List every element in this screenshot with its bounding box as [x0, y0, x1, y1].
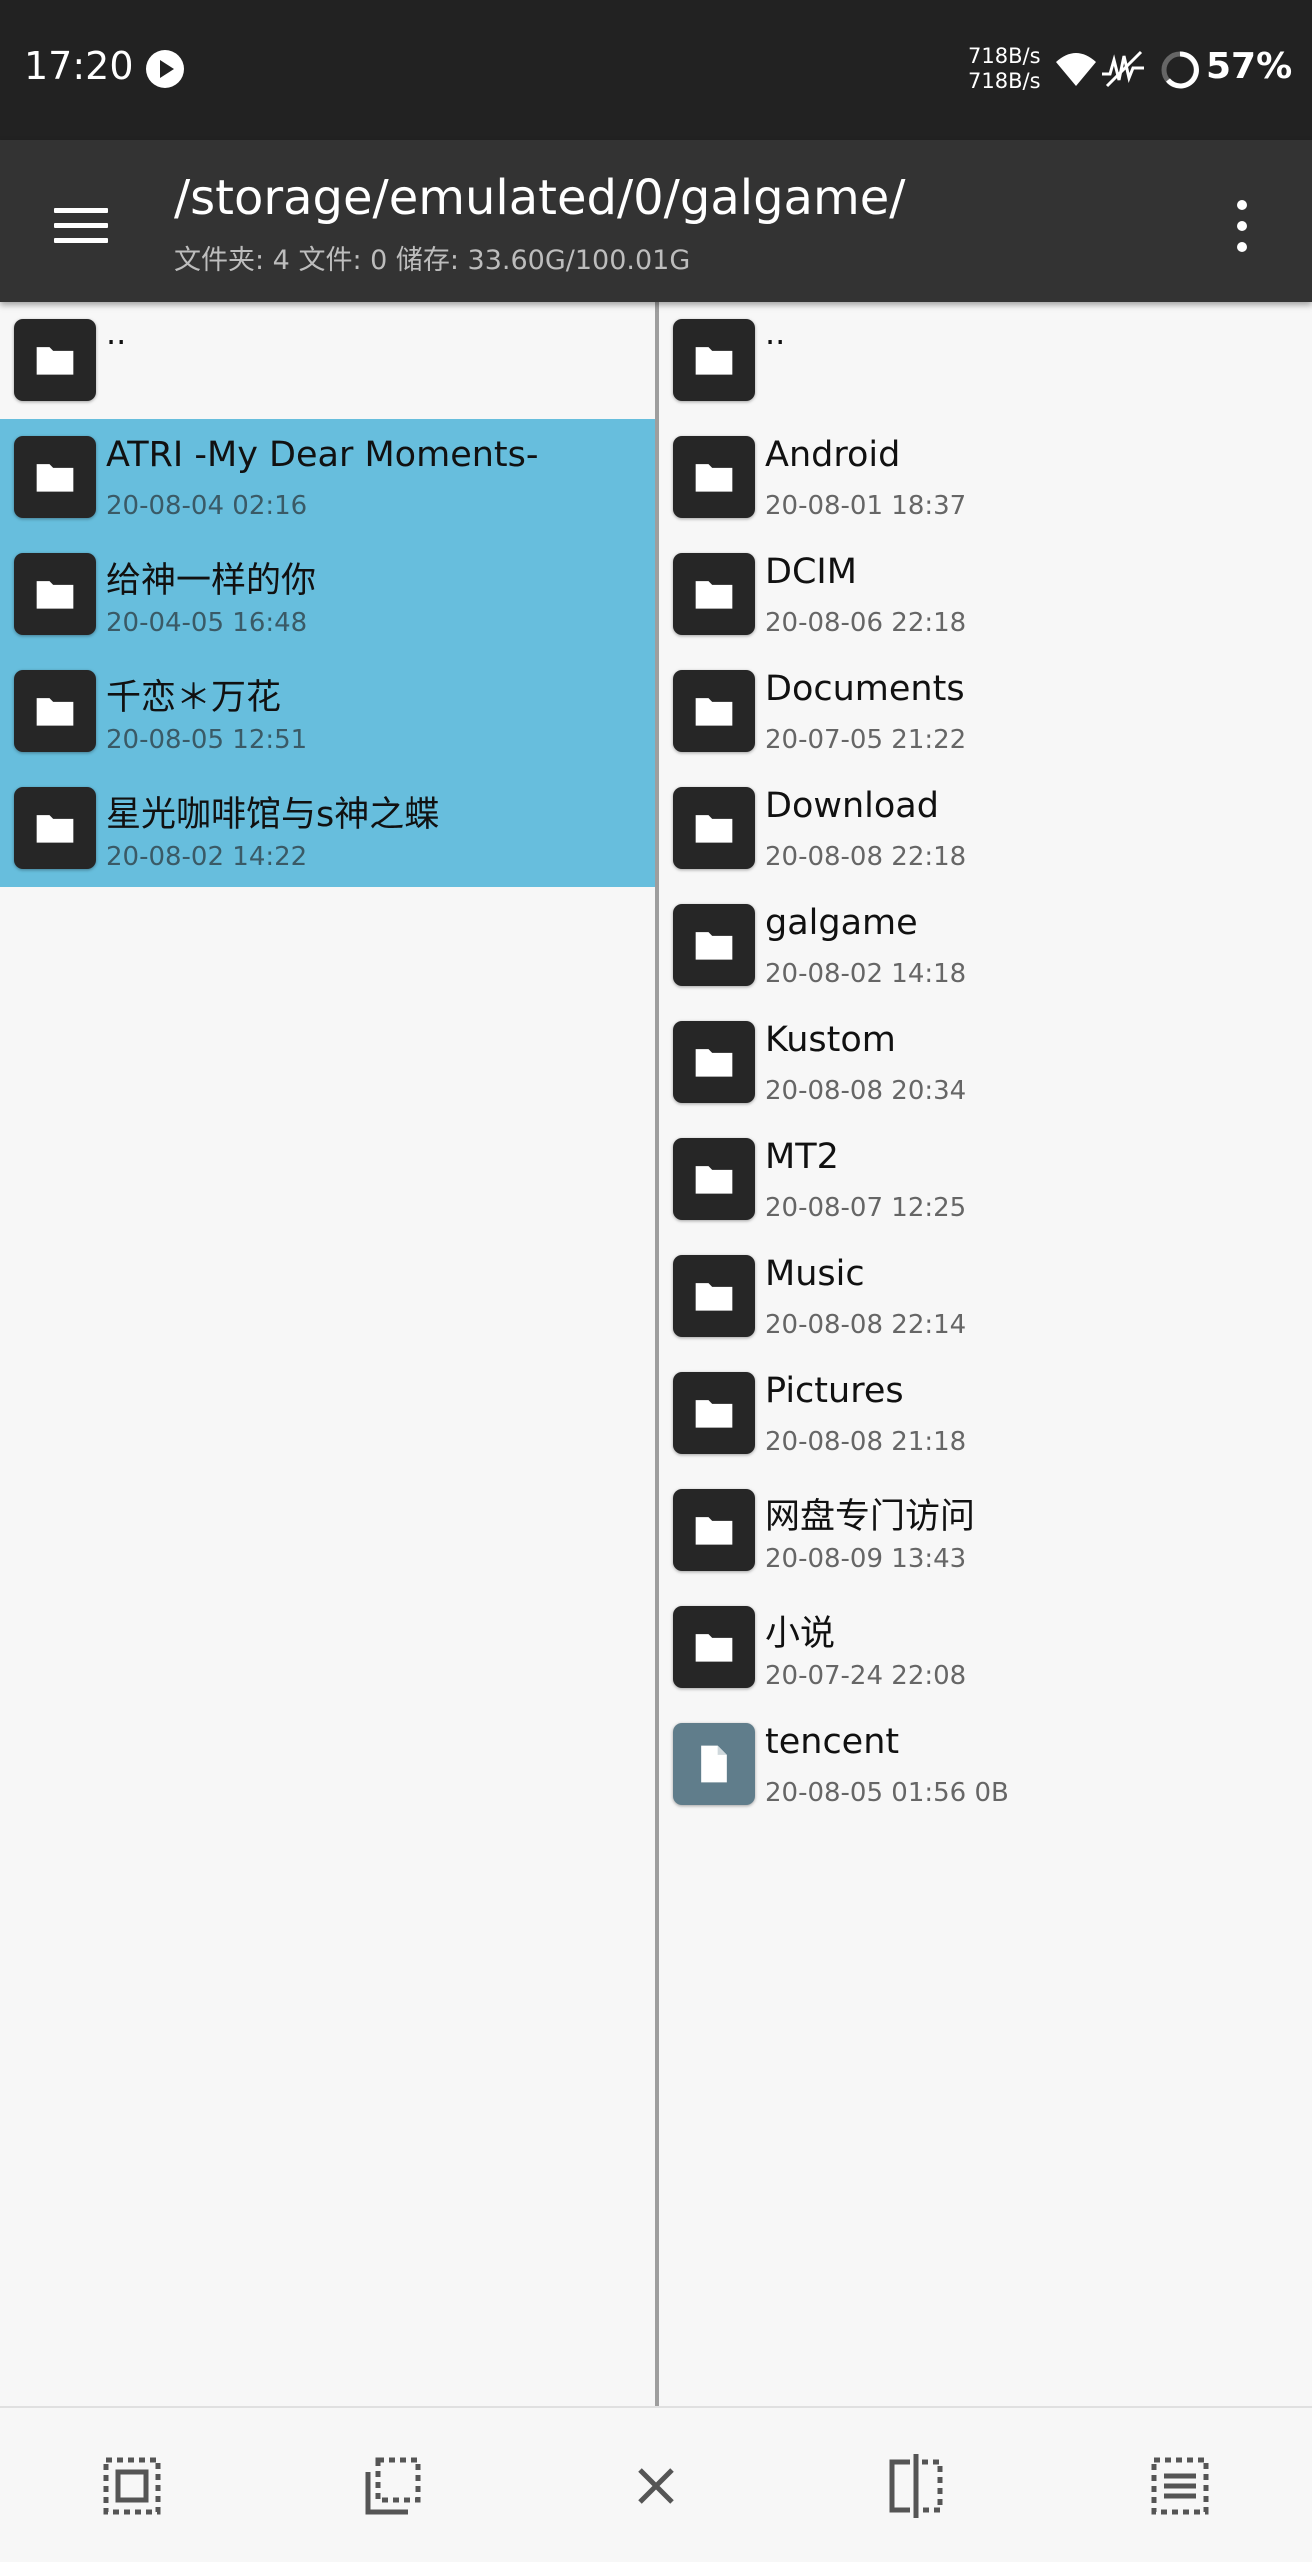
file-date: 20-08-05 12:51 — [106, 725, 308, 755]
select-all-icon[interactable] — [96, 2450, 168, 2522]
list-item[interactable]: Pictures 20-08-08 21:18 — [659, 1355, 1312, 1472]
folder-icon — [673, 436, 755, 518]
folder-icon — [14, 787, 96, 869]
status-time: 17:20 — [24, 44, 134, 88]
network-speed: 718B/s 718B/s — [968, 44, 1041, 94]
file-date: 20-07-05 21:22 — [765, 725, 967, 755]
copy-selection-icon[interactable] — [356, 2450, 428, 2522]
file-date: 20-08-08 20:34 — [765, 1076, 967, 1106]
folder-icon — [673, 1255, 755, 1337]
right-file-pane[interactable]: .. Android 20-08-01 18:37 DCIM 20-08-06 … — [659, 302, 1312, 2406]
file-name: Android — [765, 435, 901, 475]
current-path[interactable]: /storage/emulated/0/galgame/ — [174, 170, 905, 226]
left-file-pane[interactable]: .. ATRI -My Dear Moments- 20-08-04 02:16… — [0, 302, 655, 2406]
list-item[interactable]: ATRI -My Dear Moments- 20-08-04 02:16 — [0, 419, 655, 536]
file-date: 20-08-08 22:14 — [765, 1310, 967, 1340]
folder-icon — [673, 670, 755, 752]
list-item-parent[interactable]: .. — [659, 302, 1312, 419]
split-view-icon[interactable] — [880, 2450, 952, 2522]
file-date: 20-08-06 22:18 — [765, 608, 967, 638]
folder-icon — [673, 1372, 755, 1454]
folder-icon — [673, 1021, 755, 1103]
file-name: DCIM — [765, 552, 857, 592]
file-date: 20-04-05 16:48 — [106, 608, 308, 638]
bottom-toolbar — [0, 2406, 1312, 2562]
battery-level: 57% — [1206, 46, 1293, 87]
battery-ring-icon — [1160, 50, 1200, 94]
file-date: 20-08-02 14:22 — [106, 842, 308, 872]
list-item-parent[interactable]: .. — [0, 302, 655, 419]
file-date: 20-08-01 18:37 — [765, 491, 967, 521]
file-icon — [673, 1723, 755, 1805]
file-name: 小说 — [765, 1614, 836, 1654]
list-item[interactable]: 给神一样的你 20-04-05 16:48 — [0, 536, 655, 653]
file-name: .. — [106, 314, 127, 352]
list-item[interactable]: DCIM 20-08-06 22:18 — [659, 536, 1312, 653]
list-item[interactable]: 小说 20-07-24 22:08 — [659, 1589, 1312, 1706]
signal-icon — [1101, 50, 1145, 92]
list-item[interactable]: Music 20-08-08 22:14 — [659, 1238, 1312, 1355]
file-date: 20-08-02 14:18 — [765, 959, 967, 989]
folder-icon — [673, 319, 755, 401]
storage-info: 文件夹: 4 文件: 0 储存: 33.60G/100.01G — [174, 245, 691, 276]
list-item[interactable]: 网盘专门访问 20-08-09 13:43 — [659, 1472, 1312, 1589]
list-item[interactable]: 千恋＊万花 20-08-05 12:51 — [0, 653, 655, 770]
file-date: 20-08-08 22:18 — [765, 842, 967, 872]
file-date: 20-08-08 21:18 — [765, 1427, 967, 1457]
folder-icon — [673, 553, 755, 635]
folder-icon — [673, 1606, 755, 1688]
file-name: ATRI -My Dear Moments- — [106, 435, 539, 475]
list-item[interactable]: Download 20-08-08 22:18 — [659, 770, 1312, 887]
file-date: 20-08-07 12:25 — [765, 1193, 967, 1223]
folder-icon — [14, 436, 96, 518]
folder-icon — [673, 1138, 755, 1220]
status-bar: 17:20 718B/s 718B/s 57% — [0, 0, 1312, 140]
file-name: 星光咖啡馆与s神之蝶 — [106, 795, 440, 835]
file-name: galgame — [765, 903, 918, 943]
folder-icon — [673, 1489, 755, 1571]
file-name: .. — [765, 314, 786, 352]
more-vert-icon[interactable] — [1210, 190, 1272, 262]
file-date: 20-07-24 22:08 — [765, 1661, 967, 1691]
file-name: 给神一样的你 — [106, 561, 317, 601]
list-view-icon[interactable] — [1144, 2450, 1216, 2522]
play-icon — [146, 50, 184, 88]
list-item[interactable]: Android 20-08-01 18:37 — [659, 419, 1312, 536]
list-item[interactable]: Documents 20-07-05 21:22 — [659, 653, 1312, 770]
file-name: tencent — [765, 1722, 900, 1762]
list-item[interactable]: MT2 20-08-07 12:25 — [659, 1121, 1312, 1238]
file-name: Pictures — [765, 1371, 904, 1411]
net-up: 718B/s — [968, 44, 1041, 68]
file-name: Download — [765, 786, 939, 826]
folder-icon — [673, 904, 755, 986]
folder-icon — [14, 670, 96, 752]
file-name: 网盘专门访问 — [765, 1497, 976, 1537]
file-name: Music — [765, 1254, 865, 1294]
list-item[interactable]: 星光咖啡馆与s神之蝶 20-08-02 14:22 — [0, 770, 655, 887]
hamburger-menu-icon[interactable] — [44, 190, 116, 262]
folder-icon — [14, 553, 96, 635]
app-bar: /storage/emulated/0/galgame/ 文件夹: 4 文件: … — [0, 140, 1312, 302]
file-name: Kustom — [765, 1020, 896, 1060]
wifi-icon — [1055, 50, 1097, 92]
list-item[interactable]: Kustom 20-08-08 20:34 — [659, 1004, 1312, 1121]
close-icon[interactable] — [620, 2450, 692, 2522]
file-name: Documents — [765, 669, 965, 709]
list-item[interactable]: galgame 20-08-02 14:18 — [659, 887, 1312, 1004]
file-date: 20-08-09 13:43 — [765, 1544, 967, 1574]
file-date: 20-08-05 01:56 0B — [765, 1778, 1009, 1808]
folder-icon — [14, 319, 96, 401]
folder-icon — [673, 787, 755, 869]
file-name: MT2 — [765, 1137, 839, 1177]
file-name: 千恋＊万花 — [106, 678, 282, 718]
file-date: 20-08-04 02:16 — [106, 491, 308, 521]
list-item[interactable]: tencent 20-08-05 01:56 0B — [659, 1706, 1312, 1823]
net-down: 718B/s — [968, 69, 1041, 93]
